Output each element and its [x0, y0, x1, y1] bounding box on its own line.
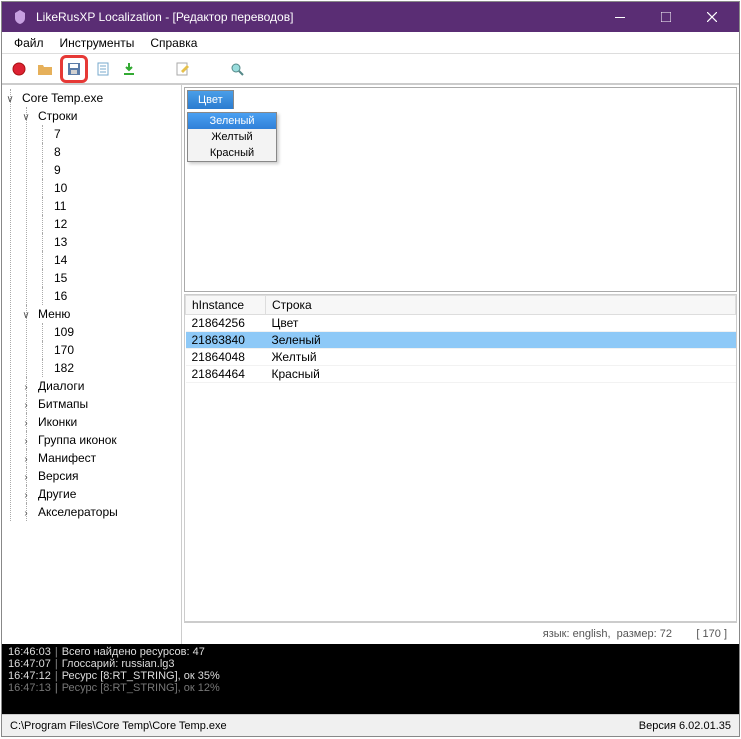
window-title: LikeRusXP Localization - [Редактор перев… [36, 10, 597, 24]
language-bar: язык: english, размер: 72 [ 170 ] [184, 622, 737, 644]
tree-strings[interactable]: ∨Строки 7 8 9 10 11 12 13 14 [22, 107, 177, 305]
main-panel: Цвет Зеленый Желтый Красный hInstance Ст… [182, 85, 739, 644]
log-line: 16:47:07|Глоссарий: russian.lg3 [8, 658, 733, 670]
chevron-right-icon[interactable]: › [20, 379, 32, 391]
dropdown-item-green[interactable]: Зеленый [188, 113, 276, 129]
new-button[interactable] [8, 58, 30, 80]
chevron-right-icon[interactable]: › [20, 451, 32, 463]
dropdown-item-yellow[interactable]: Желтый [188, 129, 276, 145]
download-button[interactable] [118, 58, 140, 80]
tree-string-item[interactable]: 7 [38, 125, 177, 143]
maximize-button[interactable] [643, 2, 689, 32]
menubar: Файл Инструменты Справка [2, 32, 739, 54]
preview-panel: Цвет Зеленый Желтый Красный [184, 87, 737, 292]
log-line: 16:46:03|Всего найдено ресурсов: 47 [8, 646, 733, 658]
tree-menu-item[interactable]: 182 [38, 359, 177, 377]
tree-icons[interactable]: ›Иконки [22, 413, 177, 431]
table-row[interactable]: 21864464Красный [186, 366, 736, 383]
log-line: 16:47:12|Ресурс [8:RT_STRING], ок 35% [8, 670, 733, 682]
titlebar[interactable]: LikeRusXP Localization - [Редактор перев… [2, 2, 739, 32]
save-button[interactable] [60, 55, 88, 83]
tree-manifest[interactable]: ›Манифест [22, 449, 177, 467]
tree-string-item[interactable]: 9 [38, 161, 177, 179]
menu-tools[interactable]: Инструменты [52, 34, 143, 52]
tree-string-item[interactable]: 11 [38, 197, 177, 215]
toolbar [2, 54, 739, 84]
count-value: [ 170 ] [696, 628, 727, 640]
tree-menu[interactable]: ∨Меню 109 170 182 [22, 305, 177, 377]
tree-accelerators[interactable]: ›Акселераторы [22, 503, 177, 521]
tree-other[interactable]: ›Другие [22, 485, 177, 503]
document-button[interactable] [92, 58, 114, 80]
tree-dialogs[interactable]: ›Диалоги [22, 377, 177, 395]
chevron-right-icon[interactable]: › [20, 433, 32, 445]
tree-bitmaps[interactable]: ›Битмапы [22, 395, 177, 413]
chevron-right-icon[interactable]: › [20, 487, 32, 499]
search-button[interactable] [226, 58, 248, 80]
preview-tab[interactable]: Цвет [187, 90, 234, 109]
tree-icon-group[interactable]: ›Группа иконок [22, 431, 177, 449]
edit-button[interactable] [172, 58, 194, 80]
size-label: размер: [617, 628, 657, 640]
tree-root[interactable]: ∨Core Temp.exe ∨Строки 7 8 9 10 11 12 [6, 89, 177, 521]
app-window: LikeRusXP Localization - [Редактор перев… [1, 1, 740, 737]
table-row[interactable]: 21863840Зеленый [186, 332, 736, 349]
sidebar-tree[interactable]: ∨Core Temp.exe ∨Строки 7 8 9 10 11 12 [2, 85, 182, 644]
tree-string-item[interactable]: 10 [38, 179, 177, 197]
tree-string-item[interactable]: 15 [38, 269, 177, 287]
table-row[interactable]: 21864048Желтый [186, 349, 736, 366]
status-version: Версия 6.02.01.35 [639, 720, 731, 732]
chevron-down-icon[interactable]: ∨ [20, 307, 32, 319]
tree-string-item[interactable]: 12 [38, 215, 177, 233]
status-path: C:\Program Files\Core Temp\Core Temp.exe [10, 720, 639, 732]
app-icon [12, 9, 28, 25]
lang-value: english, [573, 628, 611, 640]
preview-dropdown[interactable]: Зеленый Желтый Красный [187, 112, 277, 162]
tree-string-item[interactable]: 14 [38, 251, 177, 269]
preview-tabs: Цвет [187, 90, 736, 109]
menu-file[interactable]: Файл [6, 34, 52, 52]
chevron-right-icon[interactable]: › [20, 505, 32, 517]
chevron-right-icon[interactable]: › [20, 397, 32, 409]
tree-menu-item[interactable]: 109 [38, 323, 177, 341]
col-hinstance[interactable]: hInstance [186, 296, 266, 315]
minimize-button[interactable] [597, 2, 643, 32]
dropdown-item-red[interactable]: Красный [188, 145, 276, 161]
tree-version[interactable]: ›Версия [22, 467, 177, 485]
close-button[interactable] [689, 2, 735, 32]
table-row[interactable]: 21864256Цвет [186, 315, 736, 332]
open-button[interactable] [34, 58, 56, 80]
tree-string-item[interactable]: 16 [38, 287, 177, 305]
tree-string-item[interactable]: 13 [38, 233, 177, 251]
tree-string-item[interactable]: 8 [38, 143, 177, 161]
strings-table[interactable]: hInstance Строка 21864256Цвет 21863840Зе… [184, 294, 737, 622]
chevron-down-icon[interactable]: ∨ [20, 109, 32, 121]
log-line: 16:47:13|Ресурс [8:RT_STRING], ок 12% [8, 682, 733, 694]
chevron-right-icon[interactable]: › [20, 415, 32, 427]
lang-label: язык: [543, 628, 570, 640]
menu-help[interactable]: Справка [142, 34, 205, 52]
chevron-right-icon[interactable]: › [20, 469, 32, 481]
tree-menu-item[interactable]: 170 [38, 341, 177, 359]
size-value: 72 [660, 628, 672, 640]
col-string[interactable]: Строка [266, 296, 736, 315]
content-area: ∨Core Temp.exe ∨Строки 7 8 9 10 11 12 [2, 84, 739, 644]
statusbar: C:\Program Files\Core Temp\Core Temp.exe… [2, 714, 739, 736]
log-panel[interactable]: 16:46:03|Всего найдено ресурсов: 47 16:4… [2, 644, 739, 714]
chevron-down-icon[interactable]: ∨ [4, 91, 16, 103]
